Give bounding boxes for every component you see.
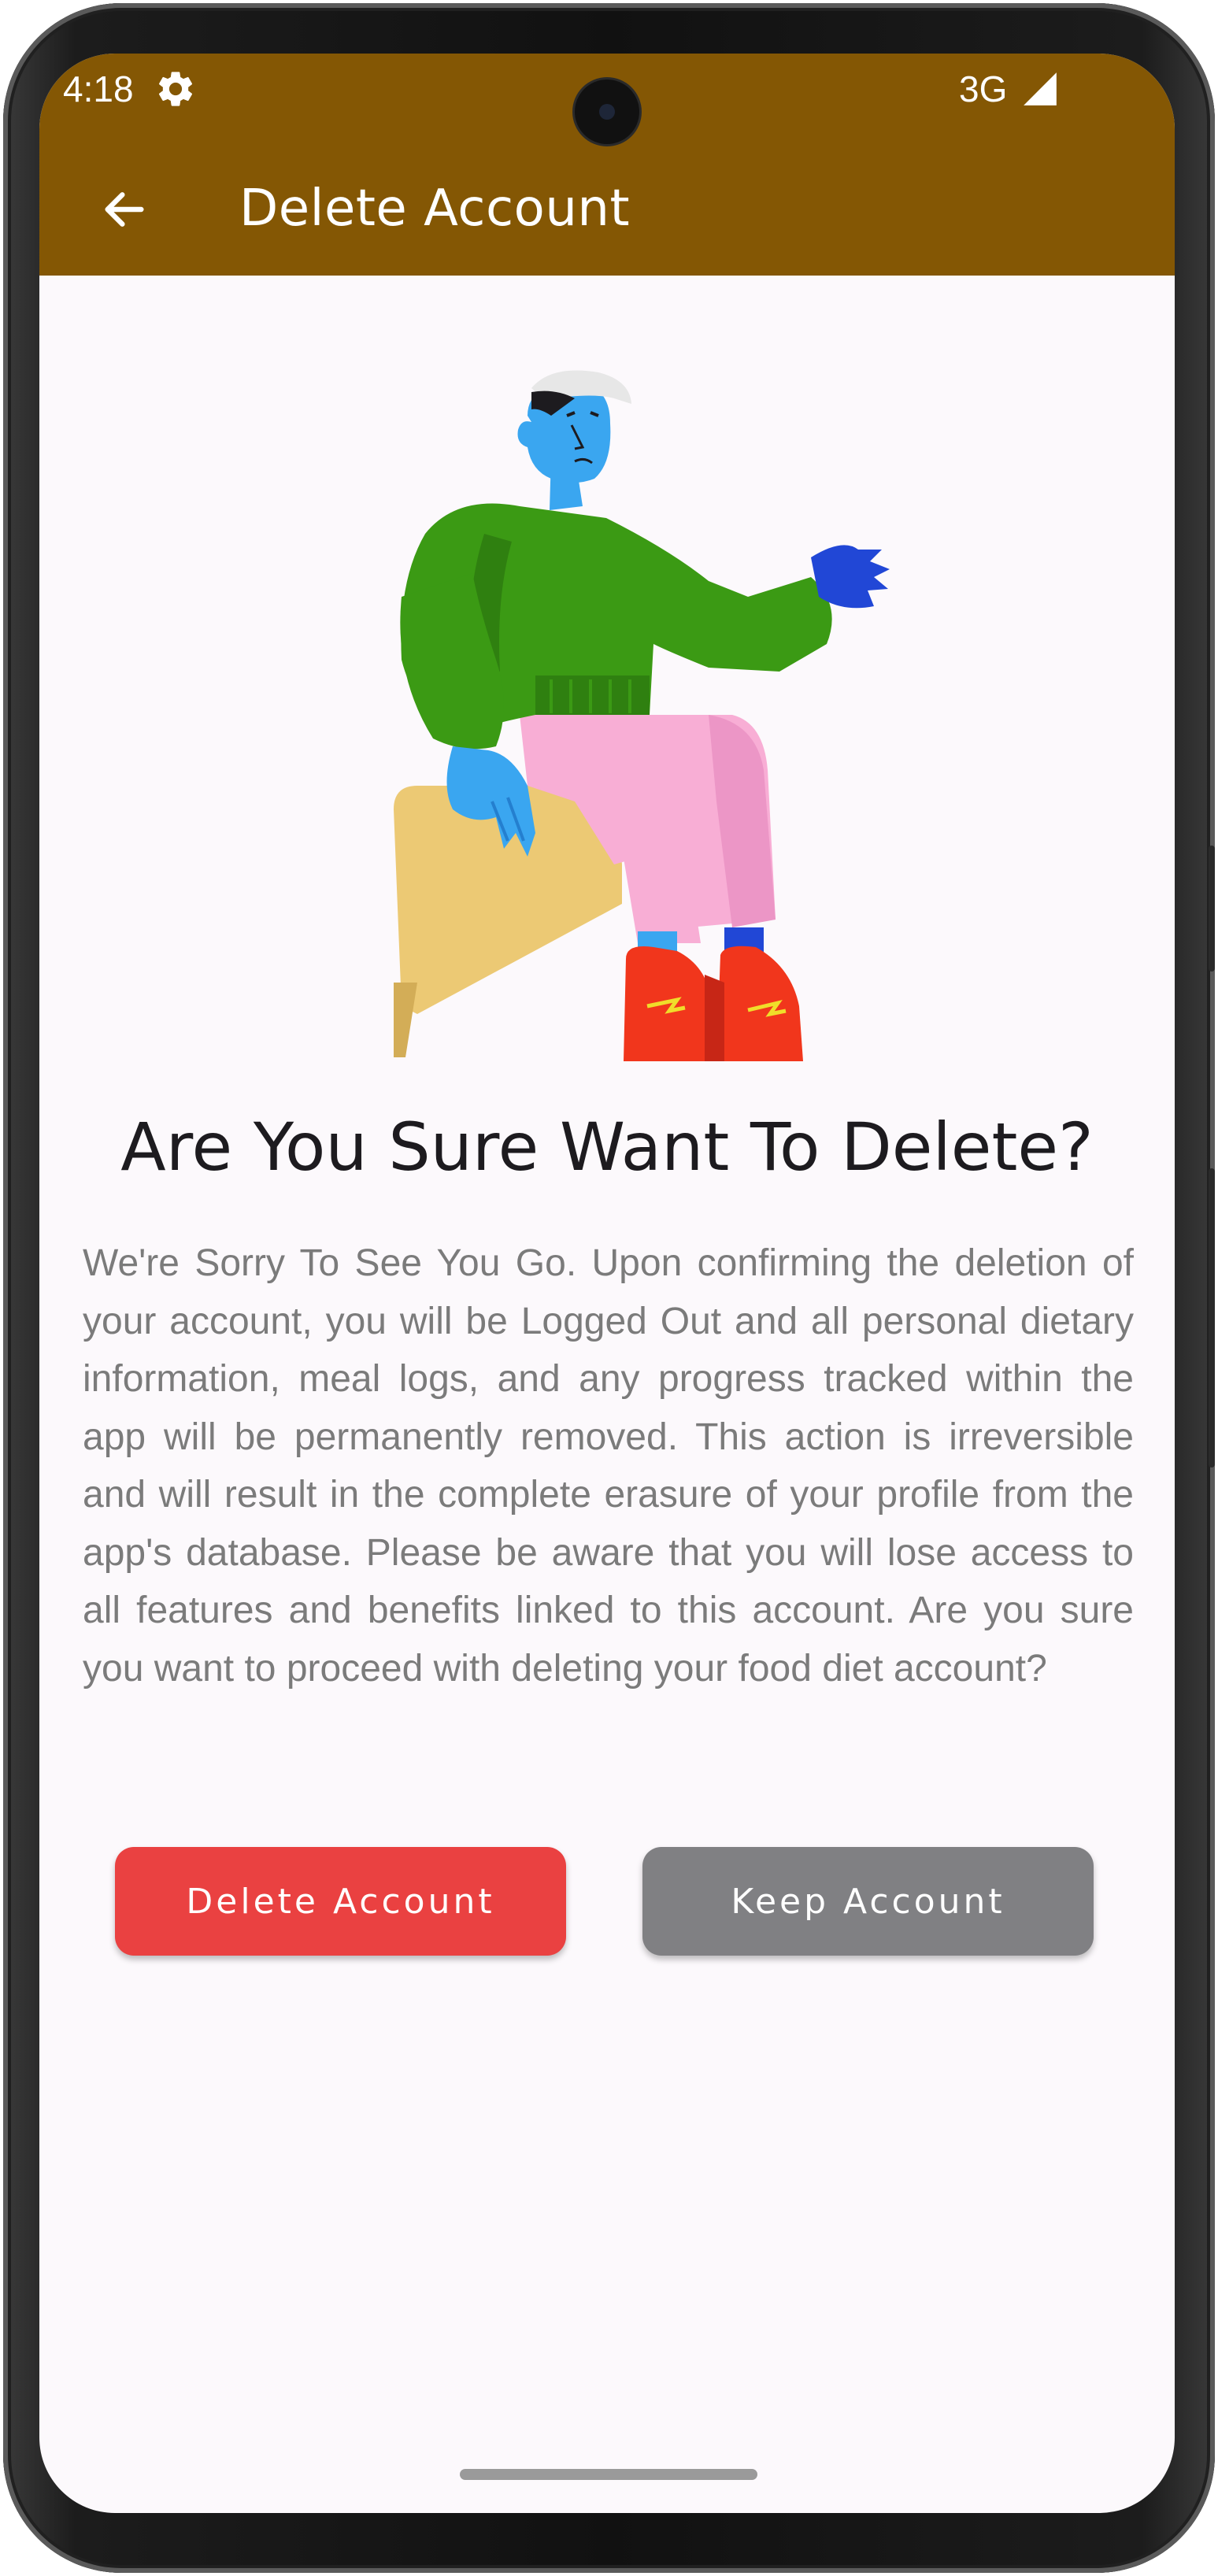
phone-frame: 4:18 3G Delete Account Are You Sure Want…	[3, 3, 1215, 2573]
keep-account-button[interactable]: Keep Account	[642, 1847, 1094, 1956]
app-bar: 4:18 3G Delete Account	[39, 54, 1175, 276]
delete-account-button[interactable]: Delete Account	[115, 1847, 566, 1956]
arrow-left-icon	[105, 192, 144, 227]
home-indicator[interactable]	[460, 2469, 757, 2480]
sitting-person-illustration	[394, 370, 890, 1061]
front-camera	[575, 80, 639, 144]
network-type: 3G	[959, 68, 1008, 109]
signal-icon	[1024, 72, 1057, 105]
confirm-message: We're Sorry To See You Go. Upon confirmi…	[83, 1242, 1134, 1690]
confirm-heading: Are You Sure Want To Delete?	[120, 1108, 1094, 1186]
status-time: 4:18	[63, 68, 134, 109]
back-button[interactable]	[87, 172, 162, 247]
page-title: Delete Account	[239, 180, 631, 238]
volume-button	[1209, 846, 1215, 972]
power-button	[1209, 1168, 1215, 1468]
app-screen: 4:18 3G Delete Account Are You Sure Want…	[39, 54, 1175, 2513]
gear-icon	[158, 72, 193, 106]
